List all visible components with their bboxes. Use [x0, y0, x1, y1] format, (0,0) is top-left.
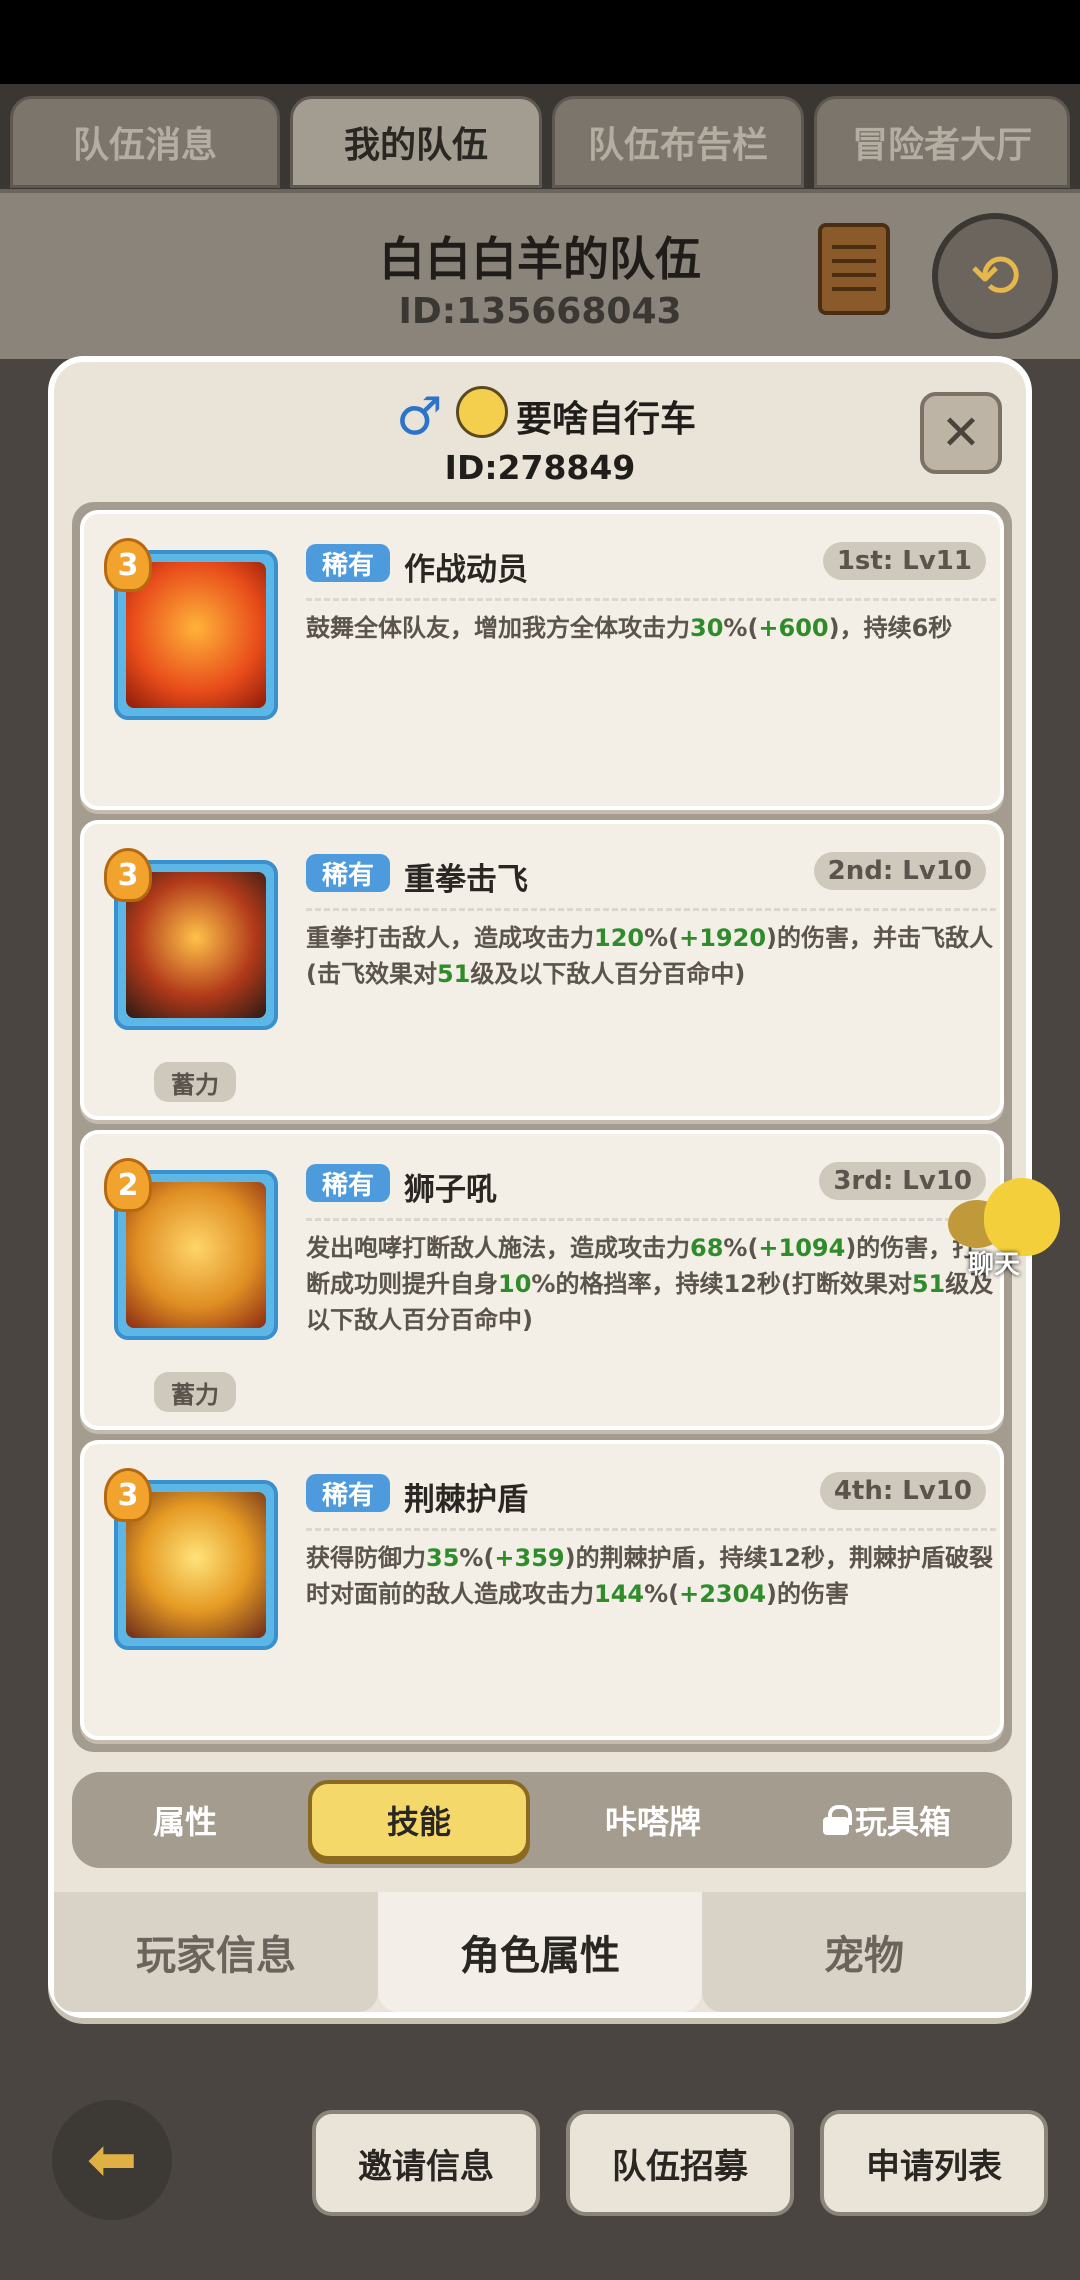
skill-tier-badge: 2: [104, 1158, 152, 1212]
skill-tier-badge: 3: [104, 538, 152, 592]
skill-name: 作战动员: [404, 552, 528, 588]
team-recruit-button[interactable]: 队伍招募: [566, 2110, 794, 2216]
charge-tag: 蓄力: [154, 1062, 236, 1102]
rarity-badge: 稀有: [306, 854, 390, 892]
stat-value: 10: [498, 1270, 532, 1298]
divider: [306, 1528, 996, 1531]
stat-value: +600: [758, 614, 829, 642]
description-text: 发出咆哮打断敌人施法，造成攻击力: [306, 1234, 690, 1262]
tab-my-team[interactable]: 我的队伍: [290, 96, 542, 188]
player-info-modal: ♂ 要啥自行车 ID:278849 ✕ 3 稀有 作战动员 1st: Lv11 …: [48, 356, 1032, 2018]
stat-value: +1920: [679, 924, 767, 952]
stat-value: 68: [690, 1234, 724, 1262]
description-text: 重拳打击敌人，造成攻击力: [306, 924, 594, 952]
top-tab-bar: 队伍消息 我的队伍 队伍布告栏 冒险者大厅: [0, 84, 1080, 189]
team-header: 白白白羊的队伍 ID:135668043 ⟲: [0, 189, 1080, 359]
skill-card: 2 稀有 狮子吼 3rd: Lv10 发出咆哮打断敌人施法，造成攻击力68%(+…: [80, 1130, 1004, 1430]
rarity-badge: 稀有: [306, 1474, 390, 1512]
description-text: %(: [723, 1234, 759, 1262]
sub-tab-bar: 属性 技能 咔嗒牌 玩具箱: [72, 1772, 1012, 1868]
description-text: %(: [644, 1580, 680, 1608]
skill-description: 重拳打击敌人，造成攻击力120%(+1920)的伤害，并击飞敌人(击飞效果对51…: [306, 920, 996, 992]
description-text: 获得防御力: [306, 1544, 426, 1572]
skill-name: 狮子吼: [404, 1172, 497, 1208]
description-text: %(: [723, 614, 759, 642]
description-text: %(: [644, 924, 680, 952]
skill-name: 重拳击飞: [404, 862, 528, 898]
skill-description: 鼓舞全体队友，增加我方全体攻击力30%(+600)，持续6秒: [306, 610, 996, 646]
skill-description: 获得防御力35%(+359)的荆棘护盾，持续12秒，荆棘护盾破裂时对面前的敌人造…: [306, 1540, 996, 1612]
skill-card: 3 稀有 荆棘护盾 4th: Lv10 获得防御力35%(+359)的荆棘护盾，…: [80, 1440, 1004, 1740]
player-id: ID:278849: [444, 448, 636, 487]
tab-character-attributes[interactable]: 角色属性: [378, 1892, 702, 2012]
charge-tag: 蓄力: [154, 1372, 236, 1412]
tab-toy-box[interactable]: 玩具箱: [776, 1780, 998, 1860]
divider: [306, 1218, 996, 1221]
stat-value: +2304: [679, 1580, 767, 1608]
lock-icon: [822, 1805, 852, 1835]
application-list-button[interactable]: 申请列表: [820, 2110, 1048, 2216]
tab-attributes[interactable]: 属性: [74, 1780, 296, 1860]
tab-skills[interactable]: 技能: [308, 1780, 530, 1860]
leave-team-icon[interactable]: ⟲: [932, 213, 1058, 339]
description-text: %的格挡率，持续12秒(打断效果对: [531, 1270, 912, 1298]
divider: [306, 598, 996, 601]
skill-list: 3 稀有 作战动员 1st: Lv11 鼓舞全体队友，增加我方全体攻击力30%(…: [72, 502, 1012, 1752]
stat-value: 51: [911, 1270, 946, 1298]
tab-pets[interactable]: 宠物: [702, 1892, 1026, 2012]
invite-info-button[interactable]: 邀请信息: [312, 2110, 540, 2216]
stat-value: +1094: [758, 1234, 846, 1262]
skill-card: 3 稀有 作战动员 1st: Lv11 鼓舞全体队友，增加我方全体攻击力30%(…: [80, 510, 1004, 810]
back-arrow-icon[interactable]: ⬅: [52, 2100, 172, 2220]
bottom-tab-bar: 玩家信息 角色属性 宠物: [54, 1892, 1026, 2012]
description-text: )的伤害: [766, 1580, 849, 1608]
avatar: [456, 386, 508, 438]
skill-card: 3 稀有 重拳击飞 2nd: Lv10 重拳打击敌人，造成攻击力120%(+19…: [80, 820, 1004, 1120]
close-button[interactable]: ✕: [920, 392, 1002, 474]
status-bar: [0, 0, 1080, 84]
description-text: )，持续6秒: [828, 614, 953, 642]
tab-player-info[interactable]: 玩家信息: [54, 1892, 378, 2012]
rarity-badge: 稀有: [306, 1164, 390, 1202]
tab-toy-box-label: 玩具箱: [854, 1803, 951, 1841]
description-text: 鼓舞全体队友，增加我方全体攻击力: [306, 614, 690, 642]
stat-value: 30: [690, 614, 724, 642]
skill-tier-badge: 3: [104, 1468, 152, 1522]
stat-value: 51: [436, 960, 471, 988]
description-text: %(: [459, 1544, 495, 1572]
player-name: 要啥自行车: [516, 399, 697, 440]
tab-team-bulletin[interactable]: 队伍布告栏: [552, 96, 804, 188]
skill-description: 发出咆哮打断敌人施法，造成攻击力68%(+1094)的伤害，打断成功则提升自身1…: [306, 1230, 996, 1338]
team-id: ID:135668043: [398, 291, 682, 332]
skill-level: 1st: Lv11: [822, 542, 986, 580]
chat-label: 聊天: [968, 1250, 1021, 1280]
team-name: 白白白羊的队伍: [379, 232, 701, 286]
male-icon: ♂: [396, 387, 443, 447]
stat-value: +359: [494, 1544, 565, 1572]
divider: [306, 908, 996, 911]
modal-header: ♂ 要啥自行车 ID:278849 ✕: [54, 362, 1026, 502]
skill-tier-badge: 3: [104, 848, 152, 902]
scroll-icon[interactable]: [818, 223, 890, 315]
skill-name: 荆棘护盾: [404, 1482, 528, 1518]
tab-team-messages[interactable]: 队伍消息: [10, 96, 280, 188]
stat-value: 35: [426, 1544, 460, 1572]
tab-kada-cards[interactable]: 咔嗒牌: [542, 1780, 764, 1860]
rarity-badge: 稀有: [306, 544, 390, 582]
chat-button[interactable]: 聊天: [948, 1178, 1068, 1288]
skill-level: 2nd: Lv10: [813, 852, 986, 890]
stat-value: 120: [594, 924, 645, 952]
tab-adventurer-hall[interactable]: 冒险者大厅: [814, 96, 1070, 188]
description-text: 级及以下敌人百分百命中): [470, 960, 746, 988]
stat-value: 144: [594, 1580, 645, 1608]
skill-level: 4th: Lv10: [819, 1472, 986, 1510]
